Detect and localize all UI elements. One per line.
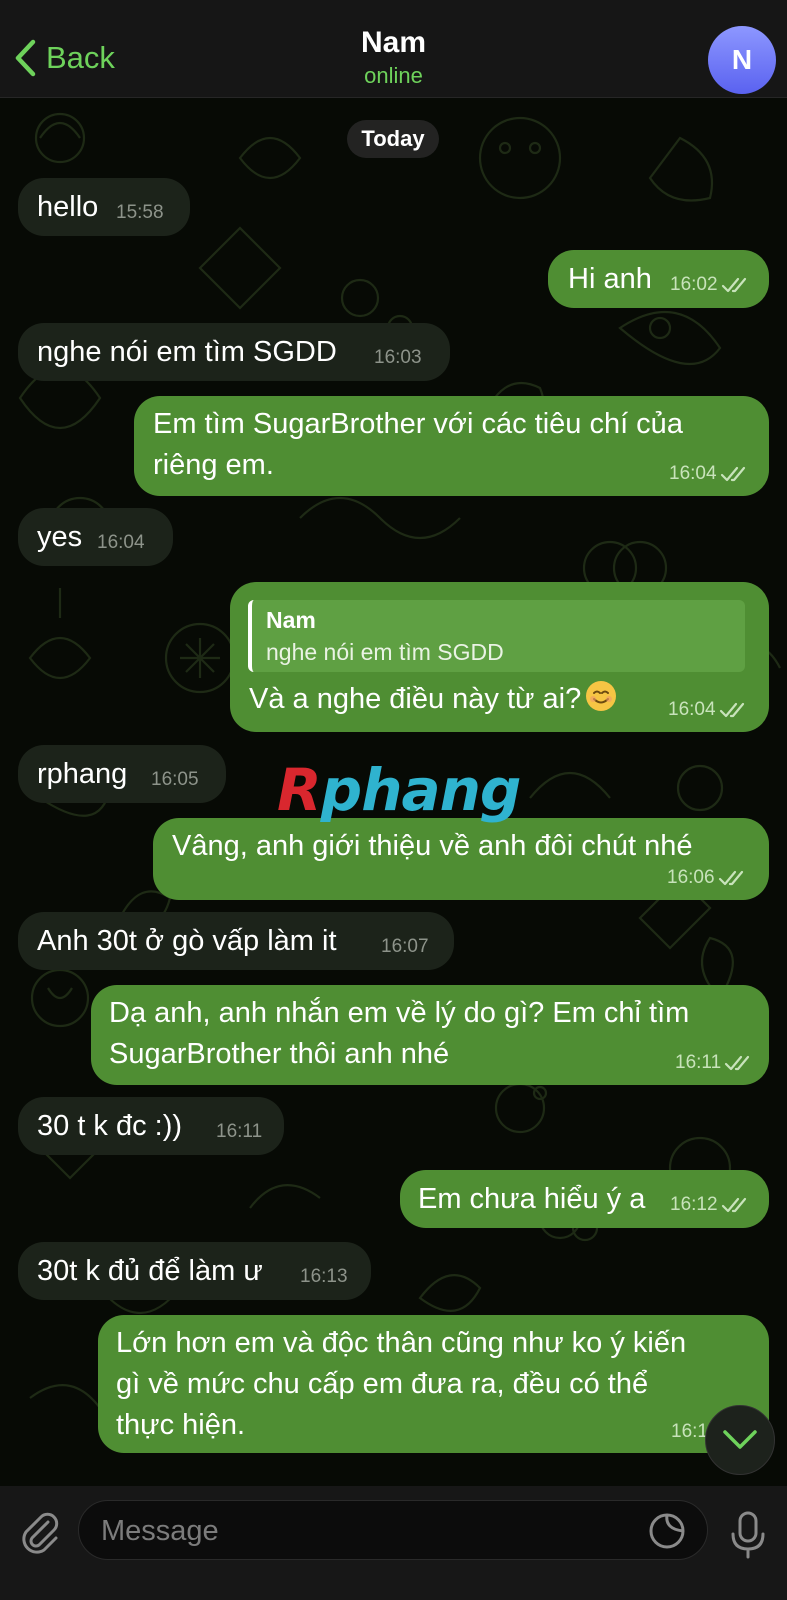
message-text-line: gì về mức chu cấp em đưa ra, đều có thể — [116, 1368, 649, 1400]
contact-status: online — [364, 63, 423, 88]
message-bubble-incoming[interactable]: 30 t k đc :)) 16:11 — [18, 1097, 284, 1155]
message-text: Và a nghe điều này từ ai? — [249, 678, 617, 720]
double-check-icon — [720, 466, 745, 482]
message-text-line: riêng em. — [153, 449, 274, 481]
sticker-icon[interactable] — [647, 1511, 687, 1551]
message-bubble-outgoing[interactable]: Em chưa hiểu ý a 16:12 — [400, 1170, 769, 1228]
message-time: 16:12 — [670, 1195, 749, 1215]
watermark-logo: Rphang — [277, 756, 521, 824]
message-text: Anh 30t ở gò vấp làm it — [37, 925, 337, 957]
message-bubble-outgoing[interactable]: Dạ anh, anh nhắn em về lý do gì? Em chỉ … — [91, 985, 769, 1085]
message-bubble-incoming[interactable]: nghe nói em tìm SGDD 16:03 — [18, 323, 450, 381]
message-time: 16:07 — [381, 936, 429, 957]
message-text: rphang — [37, 758, 128, 790]
message-time: 16:03 — [374, 347, 422, 368]
chevron-down-icon — [723, 1430, 757, 1449]
message-text: 30 t k đc :)) — [37, 1110, 183, 1142]
message-bubble-incoming[interactable]: Anh 30t ở gò vấp làm it 16:07 — [18, 912, 454, 970]
double-check-icon — [721, 277, 746, 293]
message-input[interactable] — [101, 1509, 621, 1553]
message-text: Em chưa hiểu ý a — [418, 1183, 646, 1215]
double-check-icon — [721, 1197, 746, 1213]
message-text: nghe nói em tìm SGDD — [37, 336, 337, 368]
message-time: 16:1 — [671, 1421, 708, 1442]
message-bubble-incoming[interactable]: 30t k đủ để làm ư 16:13 — [18, 1242, 371, 1300]
message-bubble-outgoing[interactable]: Em tìm SugarBrother với các tiêu chí của… — [134, 396, 769, 496]
chat-header: Back Nam online N — [0, 0, 787, 98]
message-text: yes — [37, 521, 83, 553]
microphone-icon[interactable] — [728, 1510, 768, 1560]
reply-quote[interactable]: Nam nghe nói em tìm SGDD — [248, 600, 745, 672]
avatar-initial: N — [731, 44, 753, 75]
paperclip-icon[interactable] — [18, 1510, 62, 1556]
message-input-bar — [0, 1486, 787, 1600]
contact-name: Nam — [360, 26, 427, 59]
message-bubble-incoming[interactable]: hello 15:58 — [18, 178, 190, 236]
message-bubble-outgoing[interactable]: Hi anh 16:02 — [548, 250, 769, 308]
message-field[interactable] — [78, 1500, 708, 1560]
avatar[interactable]: N — [708, 26, 776, 94]
message-text-line: SugarBrother thôi anh nhé — [109, 1038, 450, 1070]
message-bubble-incoming[interactable]: yes 16:04 — [18, 508, 173, 566]
message-time: 16:11 — [216, 1121, 263, 1142]
message-text: Vâng, anh giới thiệu về anh đôi chút nhé — [172, 830, 693, 862]
chat-title-area[interactable]: Nam online — [0, 26, 787, 89]
message-text-line: Em tìm SugarBrother với các tiêu chí của — [153, 408, 683, 440]
message-time: 16:13 — [300, 1266, 348, 1287]
message-bubble-outgoing-reply[interactable]: Nam nghe nói em tìm SGDD Và a nghe điều … — [230, 582, 769, 732]
scroll-to-bottom-button[interactable] — [705, 1405, 775, 1475]
message-bubble-incoming[interactable]: rphang 16:05 — [18, 745, 226, 803]
message-time: 15:58 — [116, 202, 164, 223]
double-check-icon — [725, 1055, 750, 1071]
smiling-face-emoji-icon — [586, 681, 617, 711]
message-time: 16:04 — [669, 464, 748, 484]
message-text-line: Dạ anh, anh nhắn em về lý do gì? Em chỉ … — [109, 997, 690, 1029]
message-time: 16:11 — [675, 1053, 752, 1073]
message-bubble-outgoing[interactable]: Vâng, anh giới thiệu về anh đôi chút nhé… — [153, 818, 769, 900]
message-text: hello — [37, 191, 99, 223]
reply-author: Nam — [266, 607, 316, 633]
message-text-line: thực hiện. — [116, 1409, 246, 1441]
message-time: 16:05 — [151, 769, 199, 790]
message-bubble-outgoing[interactable]: Lớn hơn em và độc thân cũng như ko ý kiế… — [98, 1315, 769, 1453]
reply-text: nghe nói em tìm SGDD — [266, 639, 504, 665]
double-check-icon — [719, 702, 744, 718]
message-time: 16:04 — [668, 700, 747, 720]
date-separator: Today — [347, 120, 439, 158]
message-time: 16:06 — [667, 868, 746, 888]
message-time: 16:04 — [97, 532, 145, 553]
message-text: Hi anh — [568, 263, 652, 295]
message-time: 16:02 — [670, 275, 749, 295]
double-check-icon — [718, 870, 743, 886]
message-text-line: Lớn hơn em và độc thân cũng như ko ý kiế… — [116, 1327, 687, 1359]
message-text: 30t k đủ để làm ư — [37, 1255, 263, 1287]
